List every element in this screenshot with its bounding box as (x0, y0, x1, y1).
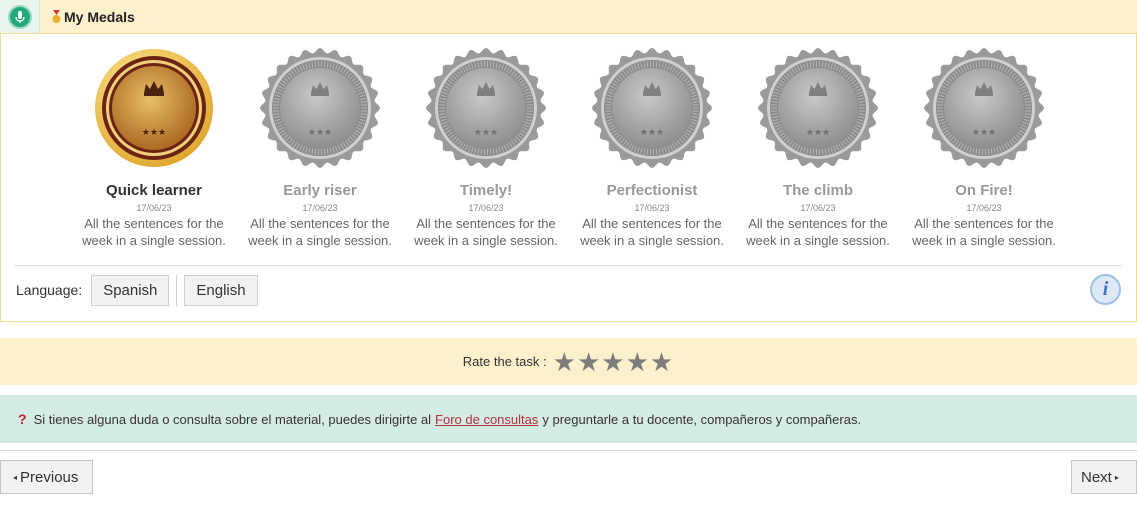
language-english-button[interactable]: English (184, 274, 258, 306)
info-icon[interactable]: i (1090, 274, 1121, 305)
help-text-before: Si tienes alguna duda o consulta sobre e… (33, 411, 432, 427)
medal-description-line: All the sentences for the (582, 216, 722, 231)
footer-divider (0, 450, 1137, 451)
rating-bar: Rate the task : ★ ★ ★ ★ ★ (0, 338, 1137, 385)
language-spanish-button[interactable]: Spanish (91, 274, 170, 306)
medal-card: ★★★ Perfectionist 17/06/23 All the sente… (569, 46, 735, 249)
medal-description: All the sentences for the week in a sing… (901, 215, 1067, 249)
star-icon[interactable]: ★ (577, 349, 600, 375)
language-label: Language: (16, 282, 83, 298)
trophy-icon (52, 10, 61, 24)
medals-panel: ★★★ Quick learner 17/06/23 All the sente… (0, 33, 1137, 322)
medal-description-line: week in a single session. (580, 233, 724, 248)
medal-date: 17/06/23 (468, 203, 504, 213)
language-separator (176, 274, 178, 306)
svg-text:★★★: ★★★ (142, 128, 166, 138)
medal-description: All the sentences for the week in a sing… (569, 215, 735, 249)
medal-card: ★★★ Timely! 17/06/23 All the sentences f… (403, 46, 569, 249)
medal-name: Timely! (459, 182, 513, 199)
microphone-icon (8, 5, 32, 29)
star-icon[interactable]: ★ (601, 349, 624, 375)
medal-date: 17/06/23 (136, 203, 172, 213)
medal-list: ★★★ Quick learner 17/06/23 All the sente… (71, 46, 1071, 249)
medal-name: Early riser (283, 182, 357, 199)
medal-grey-graphic: ★★★ (260, 48, 380, 168)
medal-gold-graphic: ★★★ (95, 49, 213, 167)
medal-description-line: week in a single session. (414, 233, 558, 248)
next-label: Next (1081, 468, 1112, 486)
medal-grey-graphic: ★★★ (758, 48, 878, 168)
star-rating: ★ ★ ★ ★ ★ (553, 349, 675, 375)
medal-description-line: week in a single session. (912, 233, 1056, 248)
divider (15, 265, 1122, 266)
question-icon: ? (18, 411, 27, 427)
forum-link[interactable]: Foro de consultas (435, 412, 538, 427)
language-selector: Language: Spanish English (16, 274, 258, 306)
medal-name: On Fire! (955, 182, 1013, 199)
medal-name: The climb (782, 182, 853, 199)
svg-text:★★★: ★★★ (640, 128, 664, 138)
medal-description-line: All the sentences for the (748, 216, 888, 231)
medal-description-line: week in a single session. (746, 233, 890, 248)
tab-my-medals-label: My Medals (64, 9, 135, 25)
medal-description-line: All the sentences for the (250, 216, 390, 231)
medal-date: 17/06/23 (966, 203, 1002, 213)
tab-bar: My Medals (0, 0, 1137, 34)
medal-card: ★★★ Quick learner 17/06/23 All the sente… (71, 46, 237, 249)
medal-date: 17/06/23 (800, 203, 836, 213)
svg-text:★★★: ★★★ (308, 128, 332, 138)
medal-description: All the sentences for the week in a sing… (237, 215, 403, 249)
medal-date: 17/06/23 (634, 203, 670, 213)
medal-grey-graphic: ★★★ (924, 48, 1044, 168)
medal-description-line: All the sentences for the (416, 216, 556, 231)
left-arrow-icon: ◂ (13, 472, 18, 482)
medal-grey-graphic: ★★★ (426, 48, 546, 168)
svg-text:★★★: ★★★ (474, 128, 498, 138)
star-icon[interactable]: ★ (626, 349, 649, 375)
medal-description-line: week in a single session. (248, 233, 392, 248)
medal-grey-graphic: ★★★ (592, 48, 712, 168)
tab-my-medals[interactable]: My Medals (42, 0, 145, 34)
medal-name: Quick learner (106, 182, 202, 199)
previous-label: Previous (20, 468, 79, 486)
medal-card: ★★★ On Fire! 17/06/23 All the sentences … (901, 46, 1067, 249)
medal-description: All the sentences for the week in a sing… (403, 215, 569, 249)
medal-description-line: All the sentences for the (914, 216, 1054, 231)
medal-name: Perfectionist (606, 182, 698, 199)
medal-card: ★★★ The climb 17/06/23 All the sentences… (735, 46, 901, 249)
svg-text:★★★: ★★★ (972, 128, 996, 138)
right-arrow-icon: ▸ (1114, 472, 1119, 482)
medal-description-line: All the sentences for the (84, 216, 224, 231)
svg-text:★★★: ★★★ (806, 128, 830, 138)
medal-description: All the sentences for the week in a sing… (735, 215, 901, 249)
tab-microphone[interactable] (0, 0, 40, 34)
medal-card: ★★★ Early riser 17/06/23 All the sentenc… (237, 46, 403, 249)
rating-label: Rate the task : (462, 354, 547, 369)
next-button[interactable]: Next ▸ (1071, 460, 1137, 494)
medal-description-line: week in a single session. (82, 233, 226, 248)
star-icon[interactable]: ★ (650, 349, 673, 375)
help-banner: ? Si tienes alguna duda o consulta sobre… (0, 395, 1137, 443)
medal-description: All the sentences for the week in a sing… (71, 215, 237, 249)
star-icon[interactable]: ★ (553, 349, 576, 375)
previous-button[interactable]: ◂ Previous (0, 460, 93, 494)
help-text-after: y preguntarle a tu docente, compañeros y… (542, 411, 862, 427)
medal-date: 17/06/23 (302, 203, 338, 213)
